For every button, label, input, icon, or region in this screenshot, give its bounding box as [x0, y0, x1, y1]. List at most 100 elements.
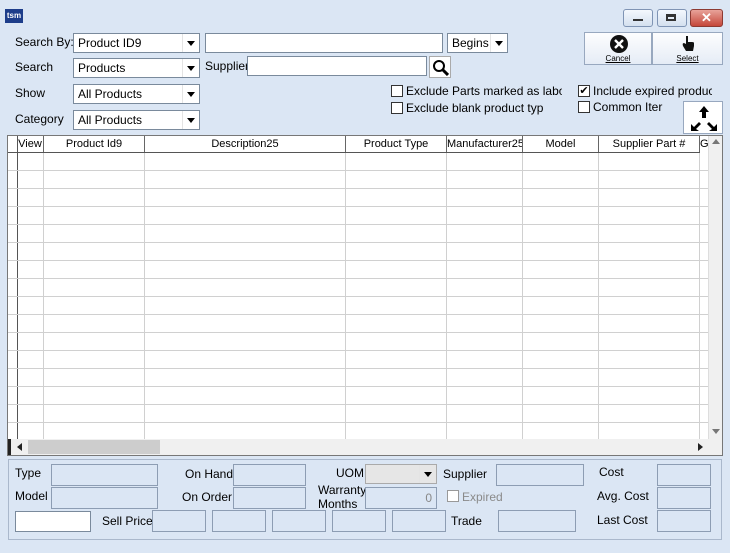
supplier-field [496, 464, 584, 486]
maximize-icon [666, 14, 676, 21]
grid-row-line [8, 278, 708, 279]
type-field [51, 464, 158, 486]
common-items-label: Common Iter [593, 100, 663, 114]
col-header-supplier-part[interactable]: Supplier Part # [599, 136, 700, 152]
sell-price-input[interactable] [15, 511, 91, 532]
search-scope-value: Products [78, 61, 126, 75]
include-expired-checkbox[interactable]: ✔ [578, 85, 590, 97]
search-scope-select[interactable]: Products [73, 58, 200, 78]
avg-cost-field [657, 487, 711, 509]
vertical-scrollbar[interactable] [708, 136, 722, 439]
trade-label: Trade [451, 514, 482, 528]
grid-row-line [8, 422, 708, 423]
grid-column-line [345, 153, 346, 439]
grid-row-line [8, 224, 708, 225]
close-button[interactable]: ✕ [690, 9, 723, 27]
search-by-select[interactable]: Product ID9 [73, 33, 200, 53]
show-value: All Products [78, 87, 143, 101]
model-field [51, 487, 158, 509]
chevron-down-icon [182, 111, 199, 129]
price-field-5 [392, 510, 446, 532]
grid-header: View Product Id9 Description25 Product T… [8, 136, 708, 153]
expand-button[interactable] [683, 101, 723, 134]
col-header-product-id[interactable]: Product Id9 [44, 136, 145, 152]
supplier-input[interactable] [247, 56, 427, 76]
model-label: Model [15, 489, 48, 503]
cancel-button[interactable]: Cancel [584, 32, 652, 65]
exclude-blank-checkbox[interactable] [391, 102, 403, 114]
last-cost-field [657, 510, 711, 532]
col-header-manufacturer[interactable]: Manufacturer25 [447, 136, 523, 152]
col-header-product-type[interactable]: Product Type [346, 136, 447, 152]
grid-row-line [8, 206, 708, 207]
col-header-extra[interactable]: G [700, 136, 708, 152]
supplier-search-button[interactable] [429, 56, 451, 78]
expand-arrows-icon [691, 106, 717, 131]
search-by-label: Search By: [15, 35, 74, 49]
avg-cost-label: Avg. Cost [597, 489, 649, 503]
grid-row-line [8, 188, 708, 189]
scroll-up-icon[interactable] [712, 139, 720, 144]
grid-row-line [8, 260, 708, 261]
supplier-label: Supplier [443, 467, 488, 481]
match-mode-value: Begins [452, 36, 489, 50]
cost-field [657, 464, 711, 486]
grid-column-line [522, 153, 523, 439]
exclude-labour-label: Exclude Parts marked as labou [406, 84, 562, 98]
grid-row-line [8, 332, 708, 333]
category-select[interactable]: All Products [73, 110, 200, 130]
close-icon: ✕ [701, 10, 712, 25]
expired-checkbox[interactable] [447, 490, 459, 502]
search-by-value: Product ID9 [78, 36, 142, 50]
category-label: Category [15, 112, 64, 126]
horizontal-scrollbar[interactable] [8, 439, 722, 455]
sell-price-label: Sell Price [102, 514, 153, 528]
cancel-label: Cancel [605, 54, 631, 63]
grid-column-line [598, 153, 599, 439]
horizontal-scroll-thumb[interactable] [28, 440, 160, 454]
show-select[interactable]: All Products [73, 84, 200, 104]
price-field-4 [332, 510, 386, 532]
price-field-2 [212, 510, 266, 532]
on-order-label: On Order [182, 490, 233, 504]
grid-row-line [8, 314, 708, 315]
expired-label: Expired [462, 490, 503, 504]
scroll-edge [8, 439, 11, 455]
grid-column-line [446, 153, 447, 439]
warranty-field: 0 [365, 487, 437, 509]
hand-pointer-icon [682, 36, 694, 51]
show-label: Show [15, 86, 46, 100]
scroll-right-icon[interactable] [698, 443, 703, 451]
app-icon: tsm [5, 9, 23, 23]
scroll-down-icon[interactable] [712, 429, 720, 434]
grid-column-line [144, 153, 145, 439]
last-cost-label: Last Cost [597, 513, 648, 527]
uom-label: UOM [336, 466, 364, 480]
uom-select[interactable] [365, 464, 437, 484]
exclude-blank-label: Exclude blank product typ [406, 101, 544, 115]
cancel-icon [610, 35, 628, 53]
on-hand-field [233, 464, 306, 486]
title-bar: tsm ✕ [0, 0, 730, 32]
products-grid[interactable]: View Product Id9 Description25 Product T… [7, 135, 723, 456]
grid-row-line [8, 368, 708, 369]
exclude-labour-checkbox[interactable] [391, 85, 403, 97]
minimize-button[interactable] [623, 9, 653, 27]
select-button[interactable]: Select [652, 32, 723, 65]
scroll-left-icon[interactable] [17, 443, 22, 451]
price-field-3 [272, 510, 326, 532]
maximize-button[interactable] [657, 9, 687, 27]
grid-column-line [43, 153, 44, 439]
cost-label: Cost [599, 465, 624, 479]
minimize-icon [633, 19, 643, 21]
supplier-filter-label: Supplier [205, 59, 250, 73]
col-header-model[interactable]: Model [523, 136, 599, 152]
common-items-checkbox[interactable] [578, 101, 590, 113]
search-query-input[interactable] [205, 33, 443, 53]
category-value: All Products [78, 113, 143, 127]
col-header-description[interactable]: Description25 [145, 136, 346, 152]
col-header-view[interactable]: View [17, 136, 44, 152]
match-mode-select[interactable]: Begins [447, 33, 508, 53]
search-label: Search [15, 60, 54, 74]
grid-row-line [8, 242, 708, 243]
